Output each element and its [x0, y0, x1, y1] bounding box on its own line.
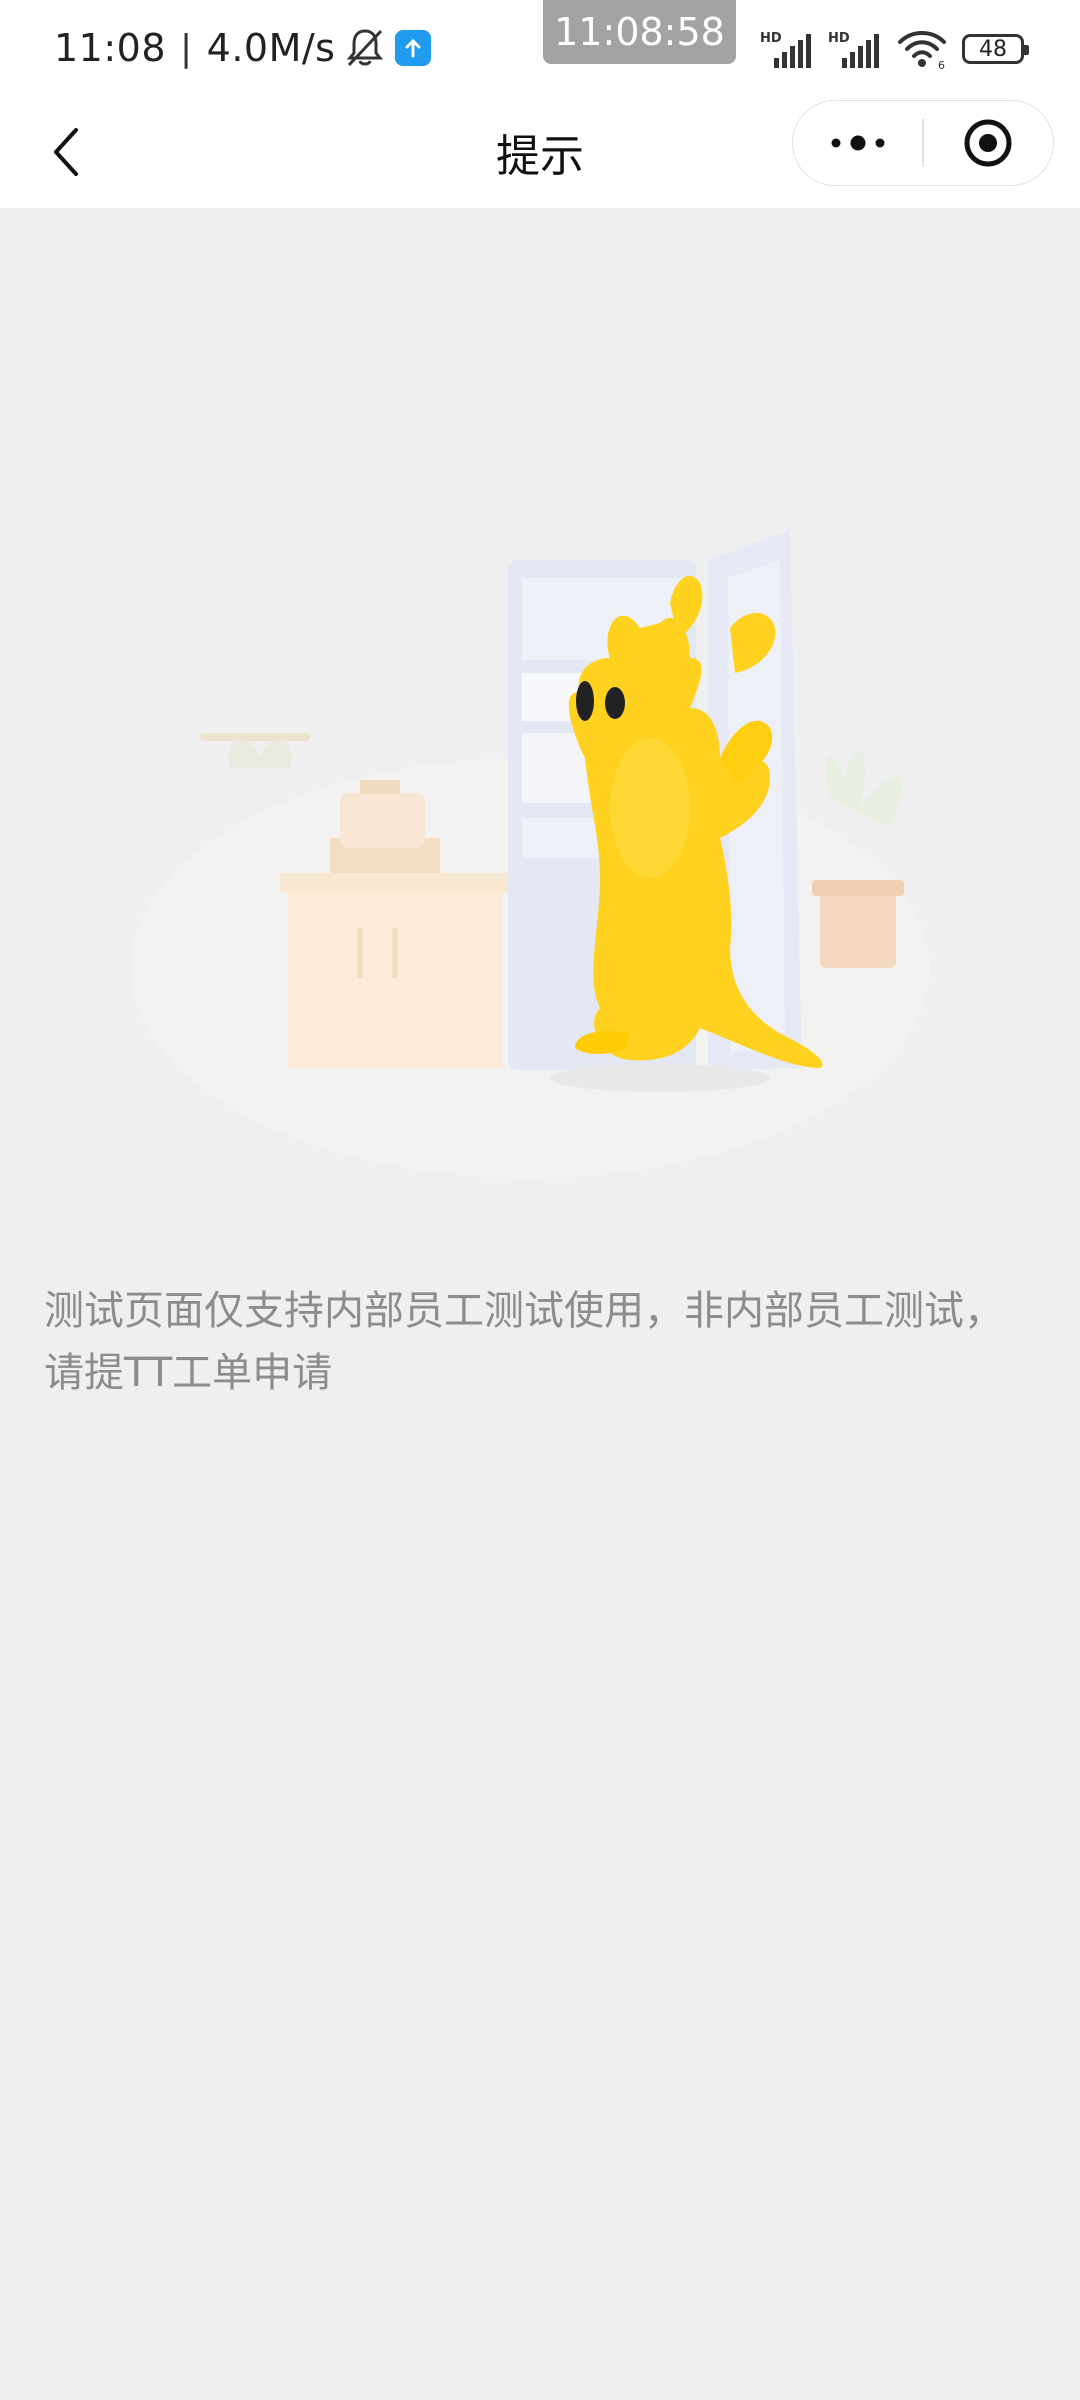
- kangaroo-kitchen-illustration: [130, 530, 930, 1178]
- wifi-icon: 6: [898, 31, 946, 70]
- status-right: HD HD 6 48: [760, 26, 1029, 72]
- close-miniapp-button[interactable]: [924, 101, 1053, 185]
- battery-level: 48: [979, 36, 1007, 62]
- signal-icon: HD: [828, 31, 879, 68]
- signal1-label: HD: [760, 31, 782, 46]
- wifi-label: 6: [938, 59, 945, 70]
- status-bar: 11:08 | 4.0M/s 11:08:58 HD HD 6 48: [0, 0, 1080, 96]
- status-separator: |: [180, 27, 193, 69]
- app-upload-icon: [395, 30, 432, 66]
- status-net-speed: 4.0M/s: [206, 26, 336, 70]
- target-circle-icon: [964, 119, 1012, 167]
- status-time: 11:08: [54, 26, 167, 70]
- notice-message: 测试页面仅支持内部员工测试使用，非内部员工测试，请提TT工单申请: [44, 1288, 1004, 1396]
- nav-bar: 提示: [0, 96, 1080, 208]
- miniapp-capsule: [792, 100, 1054, 186]
- status-left: 11:08 | 4.0M/s: [54, 20, 432, 76]
- clock-overlay: 11:08:58: [543, 0, 736, 64]
- signal2-label: HD: [828, 31, 850, 46]
- more-dots-icon: [831, 135, 885, 151]
- main-content: 测试页面仅支持内部员工测试使用，非内部员工测试，请提TT工单申请: [0, 208, 1080, 2400]
- battery-icon: 48: [962, 34, 1029, 64]
- bell-muted-icon: [347, 29, 384, 67]
- signal-icon: HD: [760, 31, 811, 68]
- more-button[interactable]: [793, 101, 922, 185]
